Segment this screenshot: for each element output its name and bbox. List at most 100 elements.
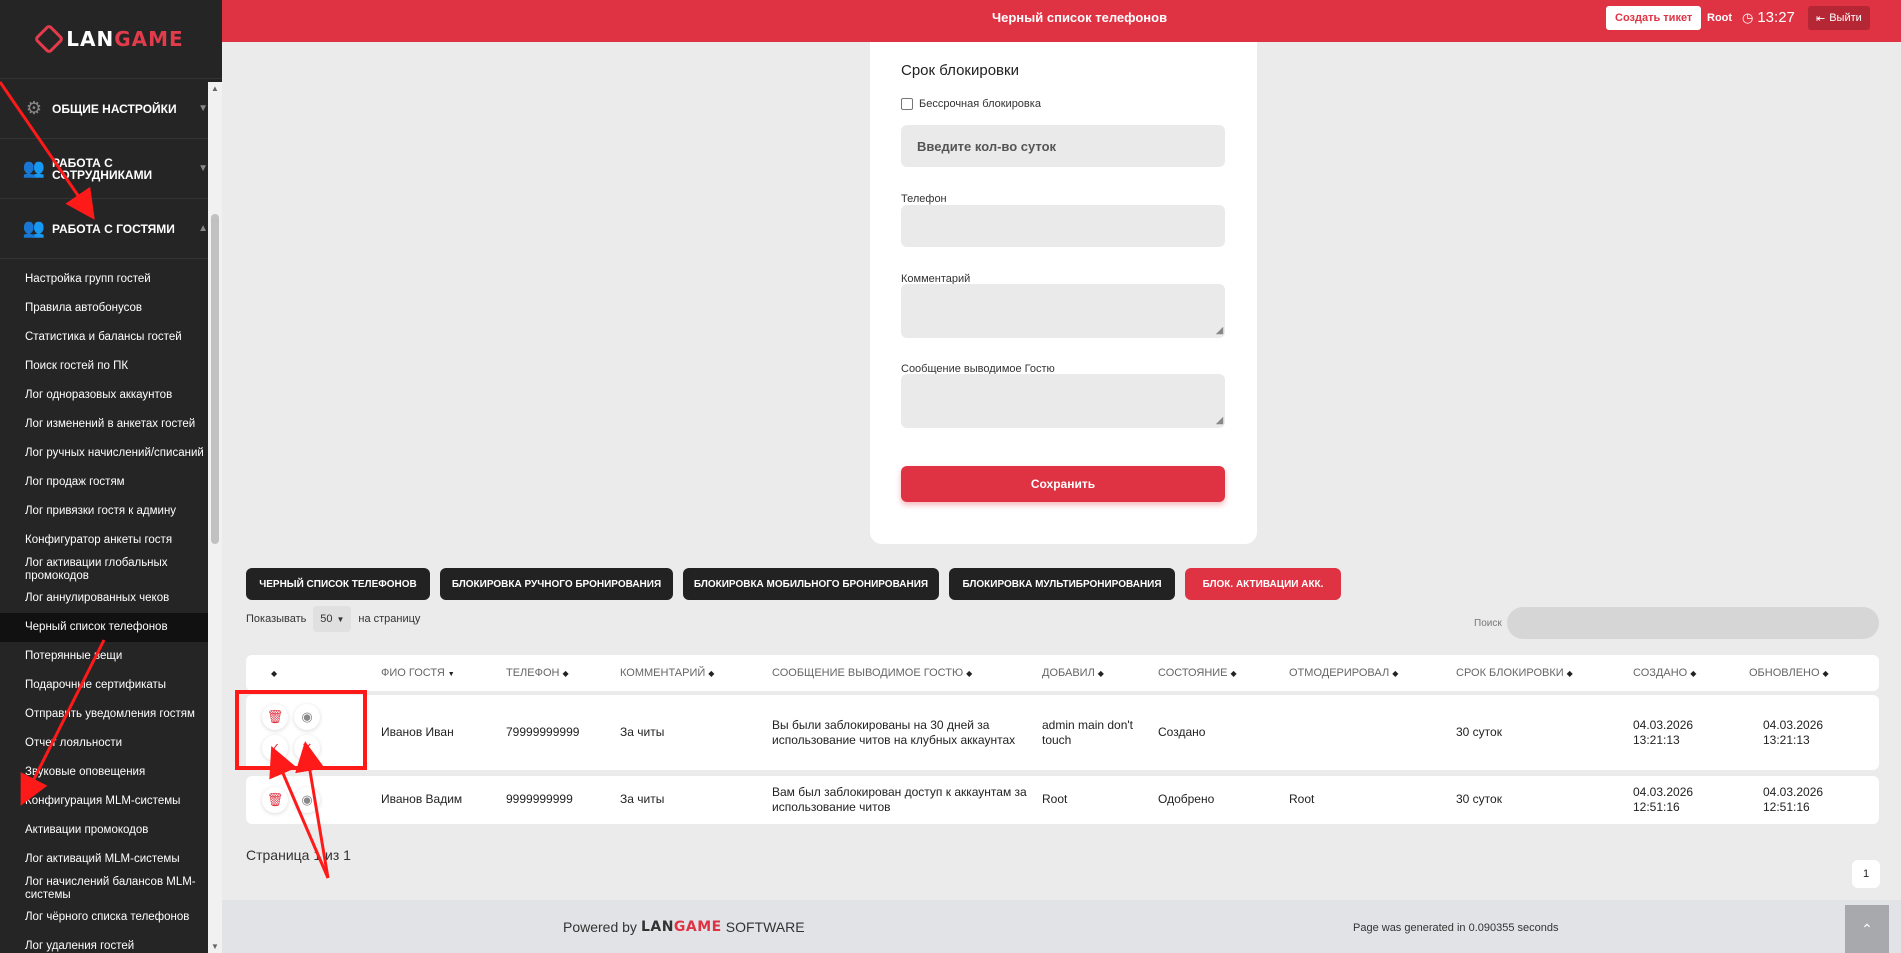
scroll-up-icon[interactable]: ▲	[211, 84, 219, 93]
cell-name: Иванов Вадим	[381, 792, 463, 806]
sidebar-item[interactable]: Активации промокодов	[0, 816, 222, 845]
pagination-info: Страница 1 из 1	[246, 847, 351, 863]
footer	[222, 900, 1901, 953]
sidebar-item[interactable]: Лог привязки гостя к админу	[0, 497, 222, 526]
logout-icon: ⇤	[1816, 12, 1826, 25]
cell-updated: 04.03.2026 13:21:13	[1763, 718, 1824, 747]
sidebar-item[interactable]: Потерянные вещи	[0, 642, 222, 671]
page-title: Черный список телефонов	[992, 10, 1168, 25]
caret-up-icon: ▲	[198, 223, 208, 234]
view-icon[interactable]: ◉	[294, 787, 320, 813]
tab-mobile-booking-block[interactable]: Блокировка мобильного бронирования	[683, 568, 939, 600]
permanent-block-row: Бессрочная блокировка	[901, 98, 1041, 110]
sidebar-item[interactable]: Подарочные сертификаты	[0, 671, 222, 700]
powered-label: Powered by	[563, 919, 637, 935]
sidebar-item[interactable]: Лог активации глобальных промокодов	[0, 555, 222, 584]
sidebar-item[interactable]: Отчет лояльности	[0, 729, 222, 758]
sidebar-item[interactable]: Лог изменений в анкетах гостей	[0, 410, 222, 439]
resize-grip-icon[interactable]: ◢	[1216, 325, 1223, 336]
sidebar-item[interactable]: Лог удаления гостей	[0, 932, 222, 953]
sidebar-item[interactable]: Звуковые оповещения	[0, 758, 222, 787]
clock-icon: ◷	[1742, 9, 1754, 25]
logo[interactable]: LANGAME	[0, 0, 222, 78]
sidebar-item[interactable]: Лог аннулированных чеков	[0, 584, 222, 613]
sidebar-item[interactable]: Лог одноразовых аккаунтов	[0, 381, 222, 410]
tab-multibooking-block[interactable]: Блокировка мультибронирования	[949, 568, 1175, 600]
save-button[interactable]: Сохранить	[901, 466, 1225, 502]
page-1-button[interactable]: 1	[1852, 860, 1880, 888]
logout-button[interactable]: ⇤ Выйти	[1808, 6, 1870, 30]
caret-down-icon: ▼	[198, 103, 208, 114]
scrollbar-thumb[interactable]	[211, 214, 219, 544]
sidebar-item[interactable]: Лог продаж гостям	[0, 468, 222, 497]
days-input[interactable]: Введите кол-во суток	[901, 125, 1225, 167]
column-header-message[interactable]: Сообщение выводимое Гостю ◆	[772, 667, 972, 679]
cell-status: Создано	[1158, 725, 1206, 739]
sidebar-item[interactable]: Лог начислений балансов MLM-системы	[0, 874, 222, 903]
resize-grip-icon[interactable]: ◢	[1216, 415, 1223, 426]
sidebar-section-staff[interactable]: 👥 Работа с сотрудниками ▼	[0, 138, 222, 198]
phone-input[interactable]	[901, 205, 1225, 247]
column-header-comment[interactable]: Комментарий ◆	[620, 667, 714, 679]
page-size-select[interactable]: 50 ▼	[313, 606, 352, 632]
column-header-created[interactable]: Создано ◆	[1633, 667, 1696, 679]
sidebar-item[interactable]: Отправить уведомления гостям	[0, 700, 222, 729]
column-header-phone[interactable]: Телефон ◆	[506, 667, 569, 679]
column-header-duration[interactable]: Срок блокировки ◆	[1456, 667, 1573, 679]
cell-status: Одобрено	[1158, 792, 1215, 806]
view-icon[interactable]: ◉	[294, 704, 320, 730]
powered-by: Powered by LANGAME SOFTWARE	[563, 919, 805, 935]
scroll-down-icon[interactable]: ▼	[211, 942, 219, 951]
sidebar-item[interactable]: Лог чёрного списка телефонов	[0, 903, 222, 932]
chevron-down-icon: ▼	[336, 614, 345, 624]
sidebar-item[interactable]: Статистика и балансы гостей	[0, 323, 222, 352]
comment-textarea[interactable]: ◢	[901, 284, 1225, 338]
sidebar-section-guests[interactable]: 👥 Работа с гостями ▲	[0, 198, 222, 258]
tab-manual-booking-block[interactable]: Блокировка ручного бронирования	[440, 568, 673, 600]
cell-added-by: admin main don't touch	[1042, 718, 1134, 747]
create-ticket-button[interactable]: Создать тикет	[1606, 6, 1702, 30]
sidebar-item[interactable]: Лог активаций MLM-системы	[0, 845, 222, 874]
tab-account-activation-block[interactable]: Блок. активации акк.	[1185, 568, 1341, 600]
sidebar-item[interactable]: Настройка групп гостей	[0, 265, 222, 294]
cell-comment: За читы	[620, 792, 665, 806]
cell-phone: 9999999999	[506, 792, 573, 806]
delete-icon[interactable]: 🗑	[262, 787, 288, 813]
sidebar-scrollbar[interactable]: ▲ ▼	[208, 82, 222, 953]
cell-duration: 30 суток	[1456, 725, 1502, 739]
column-header-name[interactable]: ФИО гостя ▼	[381, 667, 455, 679]
permanent-block-checkbox[interactable]	[901, 98, 913, 110]
search-label: Поиск	[1474, 618, 1502, 629]
sidebar-item[interactable]: Правила автобонусов	[0, 294, 222, 323]
sidebar-item[interactable]: Поиск гостей по ПК	[0, 352, 222, 381]
delete-icon[interactable]: 🗑	[262, 704, 288, 730]
generation-time: Page was generated in 0.090355 seconds	[1353, 922, 1559, 934]
cell-added-by: Root	[1042, 792, 1068, 806]
sidebar-item[interactable]: Конфигуратор анкеты гостя	[0, 526, 222, 555]
column-header-added-by[interactable]: Добавил ◆	[1042, 667, 1104, 679]
column-header-updated[interactable]: Обновлено ◆	[1749, 667, 1829, 679]
sort-actions-icon[interactable]: ◆	[268, 667, 277, 679]
search-input[interactable]	[1507, 607, 1879, 639]
table-header: ◆ ФИО гостя ▼ Телефон ◆ Комментарий ◆ Сообщ…	[246, 655, 1879, 691]
sidebar-item[interactable]: Черный список телефонов	[0, 613, 222, 642]
tab-phone-blacklist[interactable]: Черный список телефонов	[246, 568, 430, 600]
sidebar-section-general-settings[interactable]: ⚙ Общие настройки ▼	[0, 78, 222, 138]
sidebar-item[interactable]: Конфигурация MLM-системы	[0, 787, 222, 816]
approve-icon[interactable]: ✓	[262, 735, 288, 761]
message-textarea[interactable]: ◢	[901, 374, 1225, 428]
current-user: Root	[1707, 12, 1733, 24]
column-header-status[interactable]: Состояние ◆	[1158, 667, 1237, 679]
sidebar-item[interactable]: Лог ручных начислений/списаний	[0, 439, 222, 468]
reject-icon[interactable]: ✕	[294, 735, 320, 761]
gear-icon: ⚙	[25, 98, 43, 118]
top-header: Черный список телефонов Создать тикет Ro…	[222, 0, 1901, 42]
column-header-moderator[interactable]: Отмодерировал ◆	[1289, 667, 1398, 679]
scroll-to-top-button[interactable]: ⌃	[1845, 905, 1889, 953]
cell-message: Вам был заблокирован доступ к аккаунтам …	[772, 785, 1027, 814]
per-page-label: на страницу	[358, 613, 421, 625]
page-size-control: Показывать 50 ▼ на страницу	[246, 606, 420, 632]
show-label: Показывать	[246, 613, 307, 625]
phone-label: Телефон	[901, 193, 947, 205]
software-label: SOFTWARE	[725, 919, 805, 935]
